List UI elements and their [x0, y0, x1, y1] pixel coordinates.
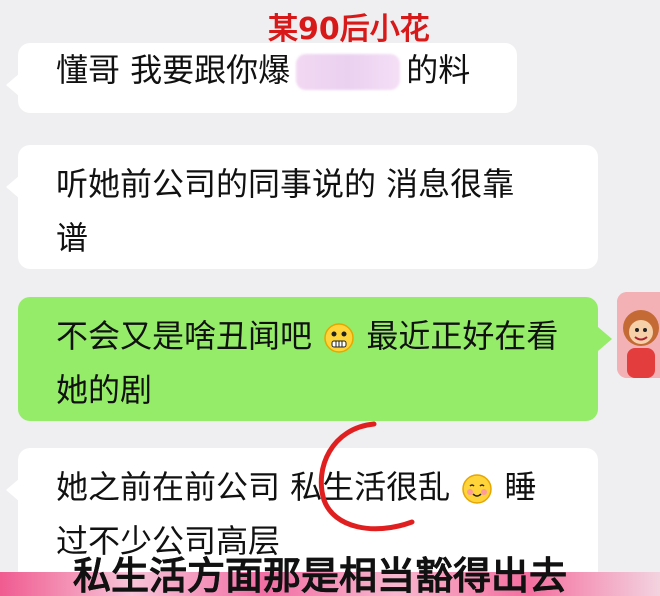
caption-text: 私生活方面那是相当豁得出去: [73, 554, 568, 596]
message-text: 最近正好在看: [366, 317, 559, 355]
message-bubble-3: 不会又是啥丑闻吧 最近正好在看 她的剧: [18, 297, 612, 421]
message-text: 睡: [504, 468, 537, 506]
avatar-illustration: [617, 292, 660, 378]
message-text-line-1: 她之前在前公司 私生活很乱 睡: [56, 460, 580, 514]
grimace-emoji-icon: [324, 323, 354, 353]
message-text-line-1: 不会又是啥丑闻吧 最近正好在看: [56, 309, 580, 363]
blurred-name: [296, 54, 401, 90]
chat-screenshot: 某90后小花 懂哥 我要跟你爆 的料 听她前公司的同事说的 消息很靠 谱 不会又是…: [0, 0, 660, 596]
message-text: 懂哥 我要跟你爆: [56, 51, 291, 89]
blush-emoji-icon: [462, 474, 493, 504]
message-bubble-1: 懂哥 我要跟你爆 的料: [6, 43, 517, 113]
message-bubble-2: 听她前公司的同事说的 消息很靠 谱: [6, 145, 598, 269]
message-text: 的料: [406, 51, 471, 89]
message-text: 她之前在前公司 私生活很乱: [56, 468, 451, 506]
message-text-line-2: 谱: [56, 219, 89, 257]
monkey-avatar-icon[interactable]: [617, 292, 660, 378]
message-text: 不会又是啥丑闻吧: [56, 317, 313, 355]
message-text-line-2: 她的剧: [56, 371, 153, 409]
message-text-line-1: 听她前公司的同事说的 消息很靠: [56, 165, 515, 203]
